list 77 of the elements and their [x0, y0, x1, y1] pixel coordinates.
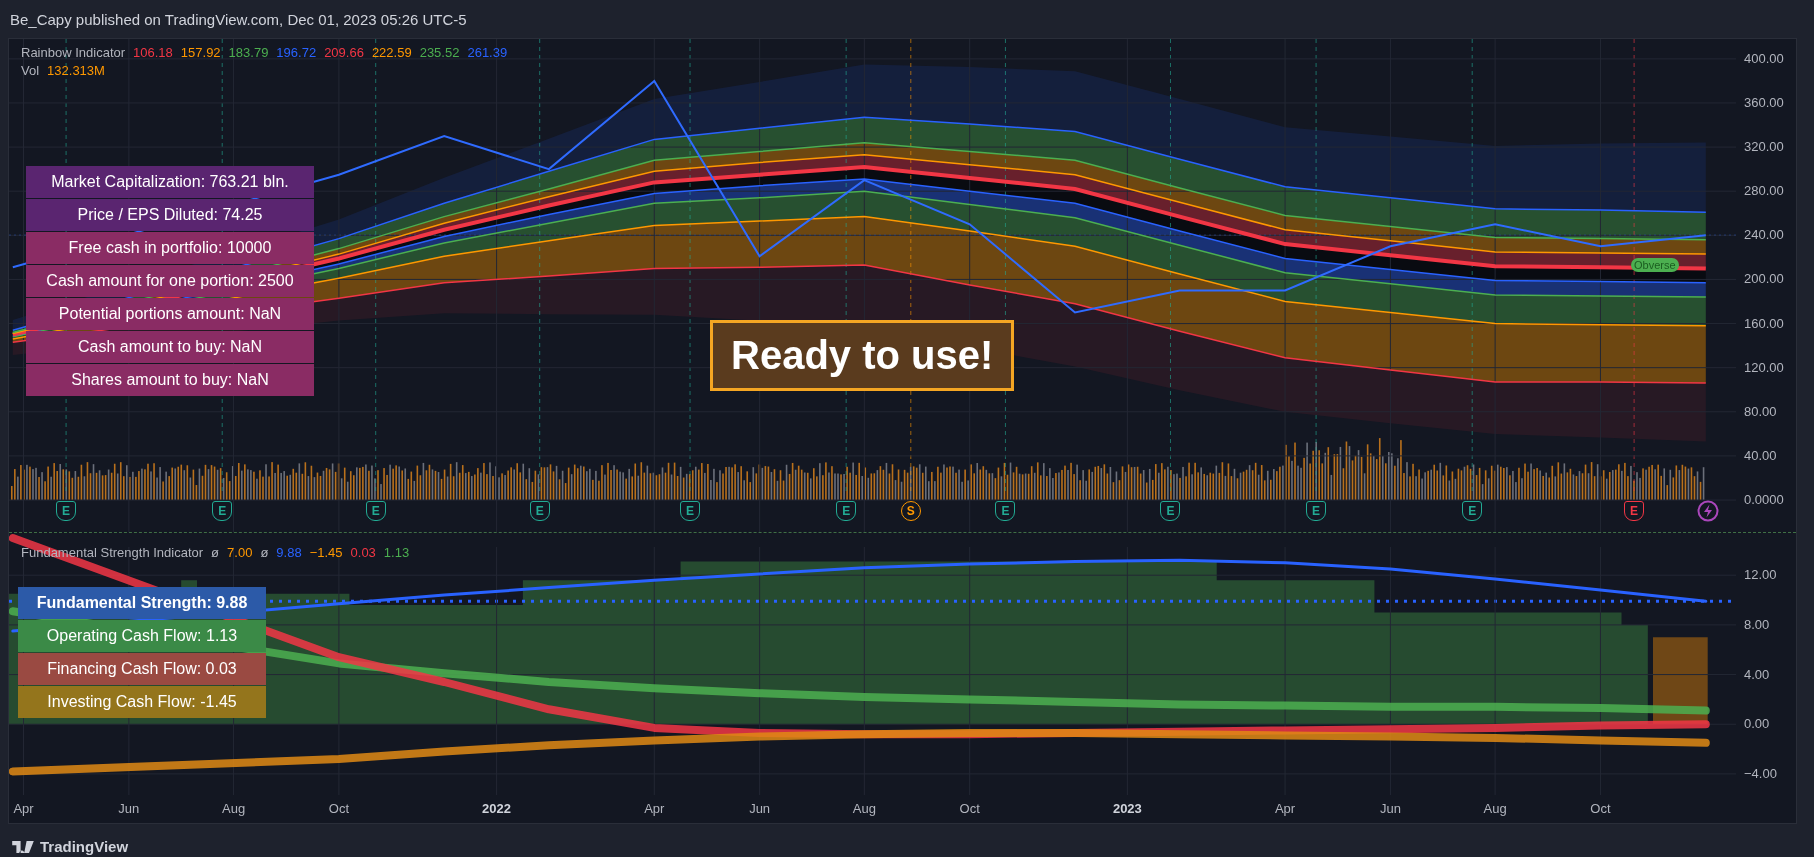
info-row: Price / EPS Diluted: 74.25	[26, 199, 314, 231]
earnings-marker[interactable]: E	[365, 501, 386, 521]
axis-label: Jun	[749, 801, 771, 816]
axis-label: 40.00	[1744, 447, 1777, 464]
legend-value: 222.59	[371, 45, 412, 60]
axis-label: Aug	[1483, 801, 1507, 816]
price-tag: Obverse	[1631, 258, 1679, 272]
brand-name[interactable]: TradingView	[40, 838, 129, 855]
logo-icon[interactable]	[12, 840, 34, 853]
earnings-marker[interactable]: E	[995, 501, 1016, 521]
axis-label: Oct	[1590, 801, 1611, 816]
earnings-marker[interactable]: E	[1160, 501, 1181, 521]
axis-label: 160.00	[1744, 315, 1784, 332]
legend-value: 183.79	[228, 45, 269, 60]
axis-label: Apr	[13, 801, 34, 816]
legend-value: −1.45	[309, 545, 343, 560]
axis-label: 0.00	[1744, 716, 1770, 733]
split-marker[interactable]: S	[900, 501, 921, 521]
axis-label: 80.00	[1744, 403, 1777, 420]
earnings-marker[interactable]: E	[1306, 501, 1327, 521]
axis-label: 8.00	[1744, 616, 1770, 633]
indicator-name: Vol	[21, 63, 40, 78]
indicator-label: Investing Cash Flow: -1.45	[18, 686, 266, 718]
axis-label: Apr	[1274, 801, 1296, 816]
axis-label: 2022	[482, 801, 512, 816]
axis-label: 2023	[1112, 801, 1142, 816]
info-row: Cash amount for one portion: 2500	[26, 265, 314, 297]
publish-caption: Be_Capy published on TradingView.com, Dec 01, 2023 05:26 UTC-5	[10, 10, 467, 28]
earnings-marker[interactable]: E	[1624, 501, 1645, 521]
legend-value: 106.18	[133, 45, 173, 60]
legend-value: 157.92	[180, 45, 221, 60]
axis-label: 320.00	[1744, 139, 1784, 156]
legend-value: 9.88	[276, 545, 302, 560]
indicator-label: Financing Cash Flow: 0.03	[18, 653, 266, 685]
legend-value: 209.66	[324, 45, 364, 60]
indicator-label: Operating Cash Flow: 1.13	[18, 620, 266, 652]
info-row: Cash amount to buy: NaN	[26, 331, 314, 363]
legend-value: 196.72	[276, 45, 317, 60]
ready-banner: Ready to use!	[710, 320, 1015, 391]
axis-label: 4.00	[1744, 666, 1770, 683]
axis-label: Jun	[1379, 801, 1401, 816]
axis-label: Apr	[644, 801, 665, 816]
legend-value: ø	[260, 545, 269, 560]
info-row: Potential portions amount: NaN	[26, 298, 314, 330]
legend-value: 132.313M	[47, 63, 105, 78]
legend-value: 261.39	[467, 45, 508, 60]
axis-label: Aug	[852, 801, 876, 816]
info-row: Free cash in portfolio: 10000	[26, 232, 314, 264]
indicator-label: Fundamental Strength: 9.88	[18, 587, 266, 619]
axis-label: 360.00	[1744, 94, 1784, 111]
indicator-name: Rainbow Indicator	[21, 45, 126, 60]
earnings-marker[interactable]: E	[212, 501, 233, 521]
earnings-marker[interactable]: E	[56, 501, 77, 521]
legend-value: ø	[211, 545, 220, 560]
axis-label: 12.00	[1744, 567, 1777, 584]
legend-value: 0.03	[350, 545, 376, 560]
info-row: Market Capitalization: 763.21 bln.	[26, 166, 314, 198]
earnings-marker[interactable]: E	[836, 501, 857, 521]
axis-label: Oct	[328, 801, 349, 816]
axis-label: Jun	[118, 801, 140, 816]
earnings-marker[interactable]: E	[1462, 501, 1483, 521]
axis-label: 200.00	[1744, 271, 1784, 288]
legend-value: 1.13	[383, 545, 410, 560]
earnings-marker[interactable]: E	[529, 501, 550, 521]
axis-label: 240.00	[1744, 227, 1784, 244]
axis-label: 400.00	[1744, 50, 1784, 67]
lightning-icon[interactable]	[1696, 500, 1719, 522]
info-row: Shares amount to buy: NaN	[26, 364, 314, 396]
axis-label: Oct	[959, 801, 980, 816]
earnings-marker[interactable]: E	[680, 501, 701, 521]
axis-label: 120.00	[1744, 359, 1784, 376]
axis-label: 280.00	[1744, 183, 1784, 200]
axis-label: Aug	[222, 801, 246, 816]
legend-value: 7.00	[227, 545, 253, 560]
axis-label: −4.00	[1744, 765, 1777, 782]
axis-label: 0.0000	[1744, 492, 1784, 508]
legend-value: 235.52	[419, 45, 460, 60]
